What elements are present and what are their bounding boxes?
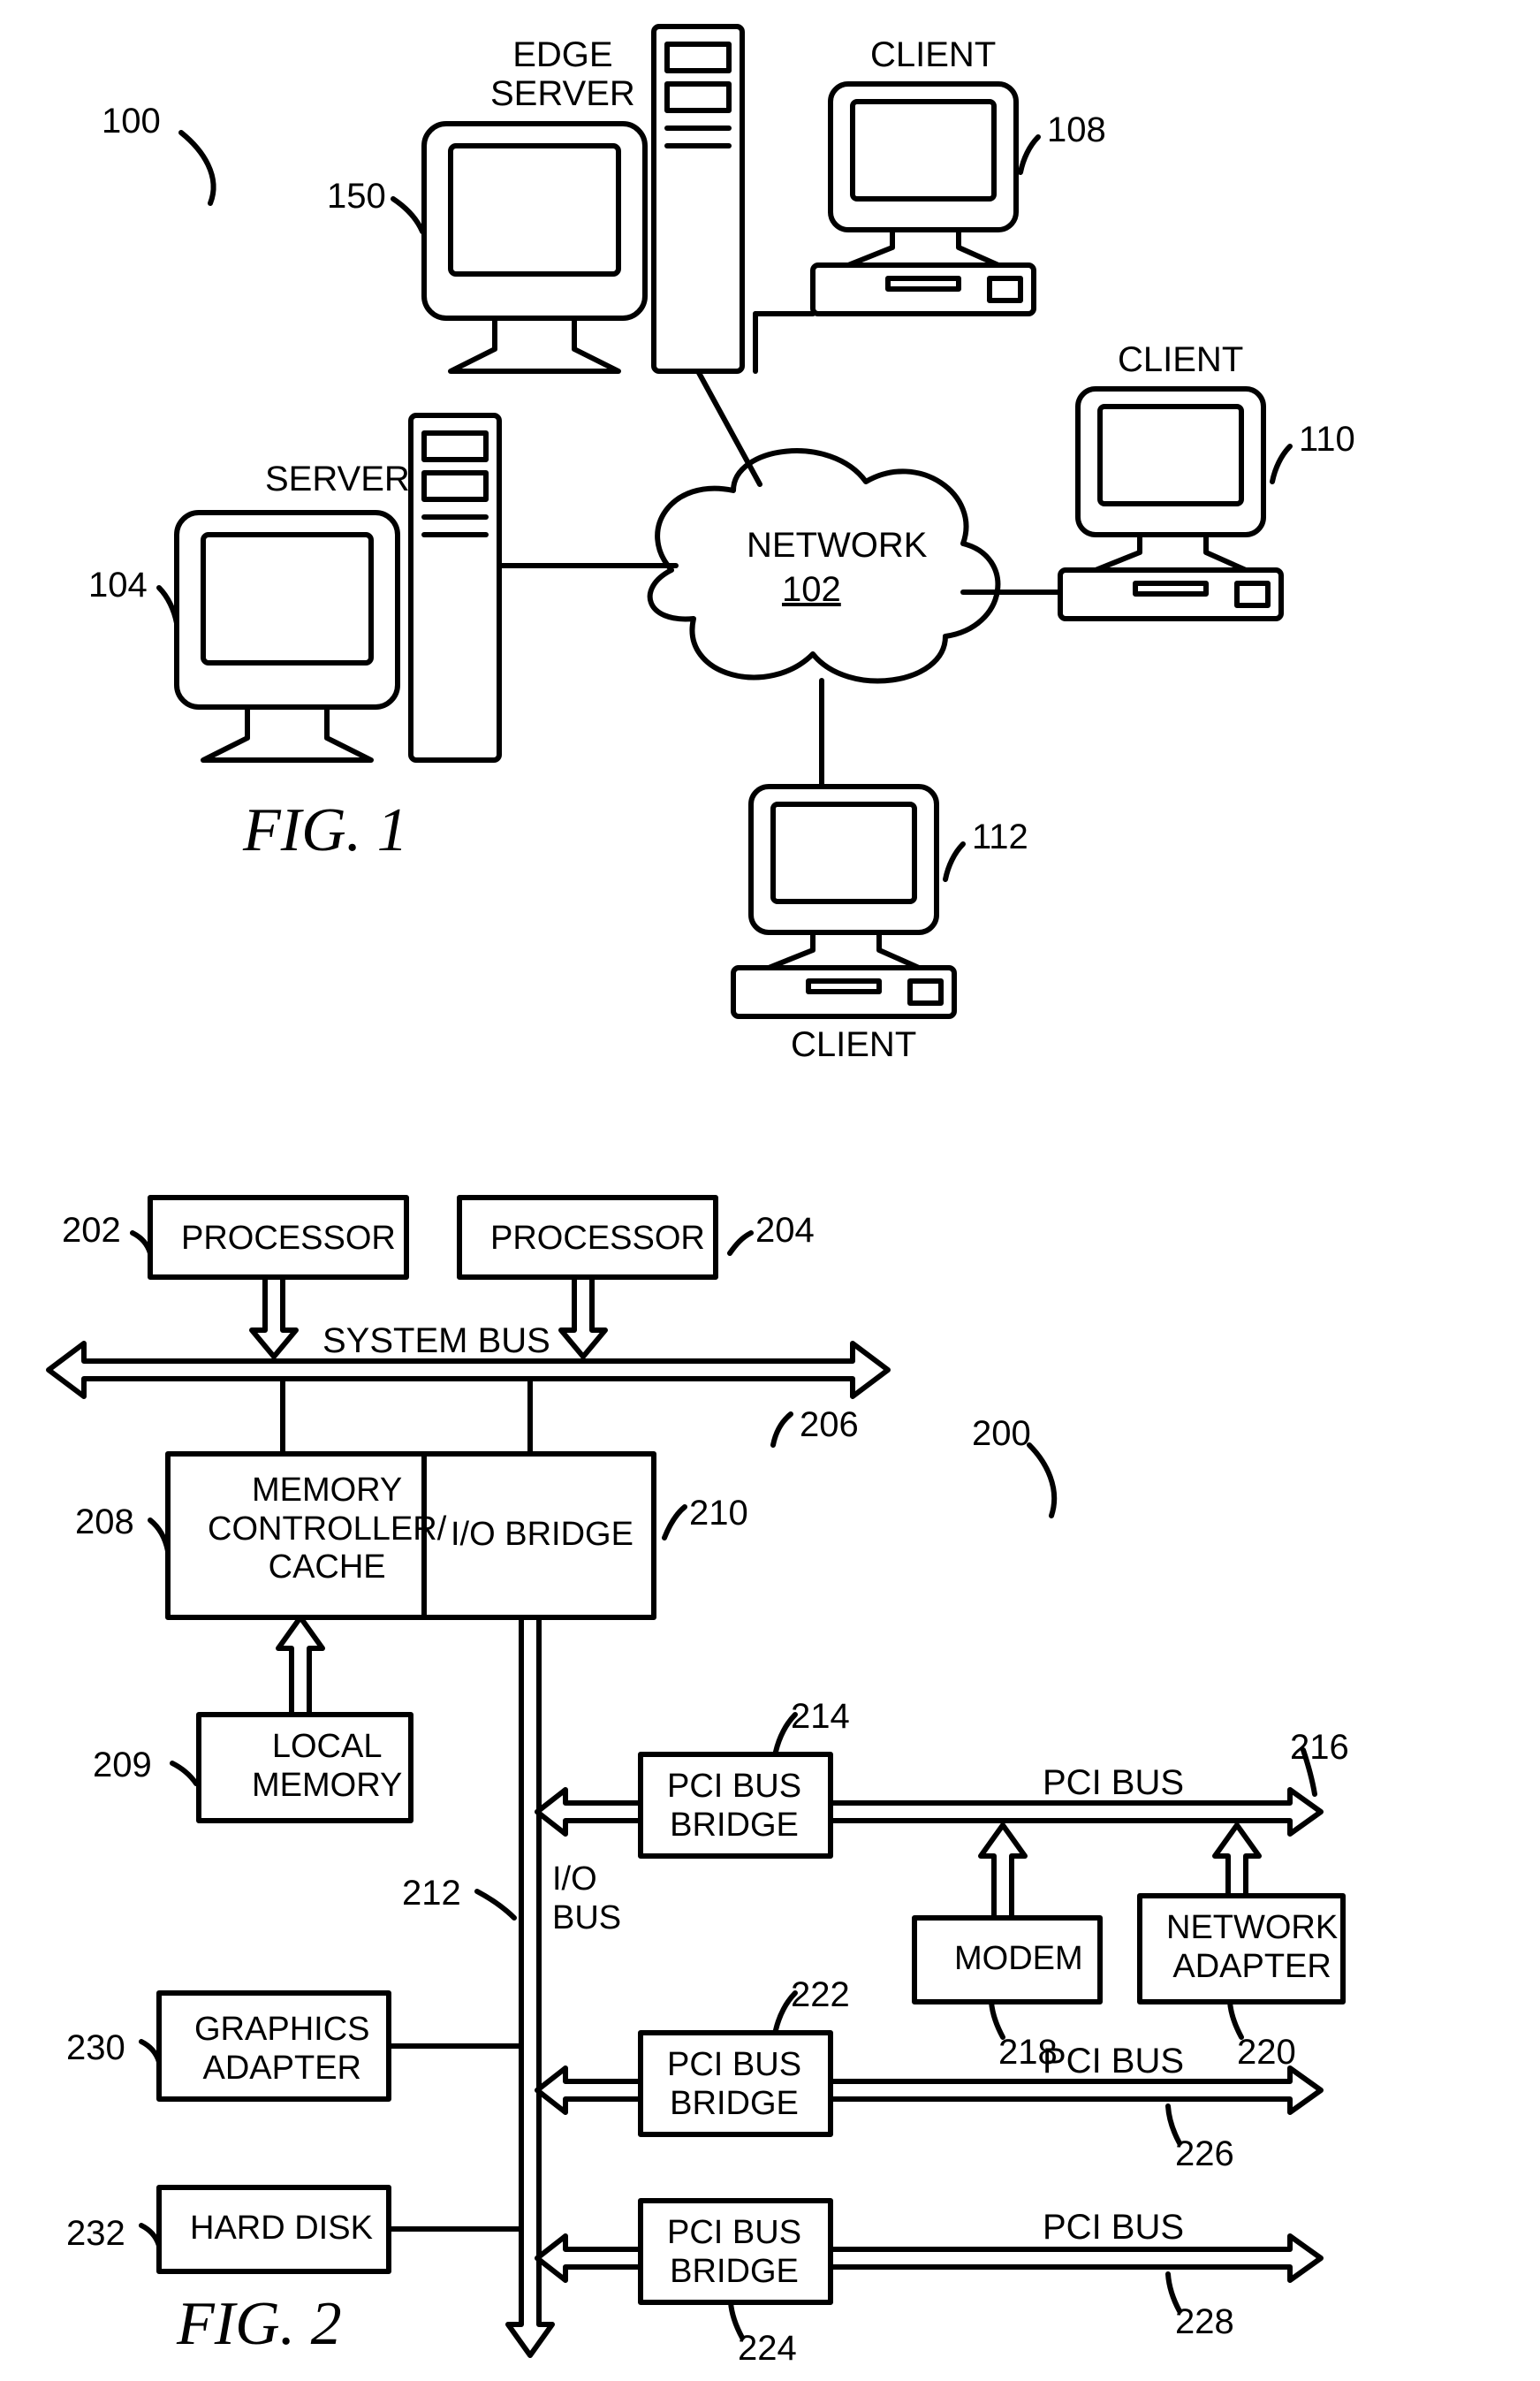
client3-label: CLIENT [791,1025,916,1064]
ref-100: 100 [102,102,161,141]
client2-label: CLIENT [1118,340,1243,379]
ref-202: 202 [62,1211,121,1251]
ref-224: 224 [738,2329,797,2369]
fig2-caption: FIG. 2 [177,2289,342,2360]
pci-bus3-label: PCI BUS [1043,2208,1184,2247]
ref-230: 230 [66,2028,125,2068]
ref-209: 209 [93,1746,152,1785]
network-label: NETWORK [747,526,927,565]
ref-110: 110 [1299,420,1355,460]
edge-server-label: EDGE SERVER [490,35,635,113]
pci-bus1-label: PCI BUS [1043,1763,1184,1802]
ref-220: 220 [1237,2033,1296,2073]
ref-208: 208 [75,1502,134,1542]
ref-210: 210 [689,1494,748,1533]
page: 100 EDGE SERVER 150 CLIENT 108 CLIENT 11… [0,0,1540,2381]
ref-200: 200 [972,1414,1031,1454]
client1-label: CLIENT [870,35,996,74]
ref-222: 222 [791,1975,850,2015]
network-ref: 102 [782,570,841,609]
ref-108: 108 [1047,110,1106,150]
ref-206: 206 [800,1405,859,1445]
pci-bus2-label: PCI BUS [1043,2042,1184,2081]
ref-226: 226 [1175,2134,1234,2174]
ref-104: 104 [88,566,148,605]
ref-150: 150 [327,177,386,217]
system-bus-label: SYSTEM BUS [322,1321,550,1360]
ref-232: 232 [66,2214,125,2254]
ref-214: 214 [791,1697,850,1737]
server-label: SERVER [265,460,410,498]
ref-212: 212 [402,1874,461,1913]
ref-216: 216 [1290,1728,1349,1768]
fig1-caption: FIG. 1 [243,795,408,866]
ref-204: 204 [755,1211,815,1251]
ref-112: 112 [972,818,1028,857]
fig1-svg [0,0,1540,1149]
ref-228: 228 [1175,2302,1234,2342]
